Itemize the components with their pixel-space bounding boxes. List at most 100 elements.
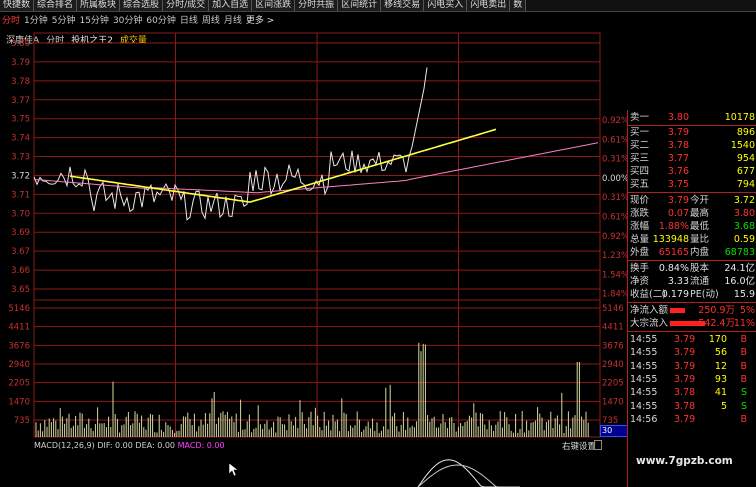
buy-quote-row[interactable]: 买一 3.79 896 xyxy=(628,127,756,139)
price-tick-label: 3.73 xyxy=(11,153,30,163)
fund-flow-row: 大宗流入 542.4万 11% xyxy=(628,318,756,330)
quote-volume: 896 xyxy=(736,127,755,138)
volume-tick-label: 4411 xyxy=(8,323,30,333)
price-tick-label: 3.71 xyxy=(11,190,30,200)
price-tick-label: 3.72 xyxy=(11,171,30,181)
stat-label-2: 量比 xyxy=(690,234,710,245)
volume-tick-label-right: 2205 xyxy=(602,379,624,389)
stat-label-2: 今开 xyxy=(690,195,710,206)
panel-divider xyxy=(628,192,756,193)
macd-dea-line xyxy=(417,464,520,487)
tick-time: 14:55 xyxy=(630,387,658,399)
fundamental-value-2: 16.0亿 xyxy=(724,276,755,287)
price-tick-label: 3.67 xyxy=(11,247,30,257)
fundamental-label-2: 股本 xyxy=(690,263,710,274)
quote-label: 买二 xyxy=(630,140,650,151)
stat-label-2: 最高 xyxy=(690,208,710,219)
fundamental-label: 换手 xyxy=(630,263,650,274)
volume-tick-label-right: 3676 xyxy=(602,341,624,351)
tick-row: 14:55 3.78 5 S xyxy=(628,401,756,413)
quote-volume: 1540 xyxy=(730,140,755,151)
quote-volume: 954 xyxy=(736,153,755,164)
buy-quote-row[interactable]: 买三 3.77 954 xyxy=(628,153,756,165)
tick-side: B xyxy=(740,360,747,372)
macd-name: MACD(12,26,9) xyxy=(34,441,95,450)
volume-tick-label: 5146 xyxy=(8,304,30,314)
right-click-settings-button[interactable]: 右键设置 xyxy=(562,440,596,452)
stat-value: 0.07 xyxy=(667,208,689,219)
tick-side: B xyxy=(740,413,747,425)
stat-label-2: 最低 xyxy=(690,221,710,232)
tick-side: S xyxy=(740,387,747,399)
tick-time: 14:55 xyxy=(630,334,658,345)
percent-tick-label: 1.54% xyxy=(602,270,627,280)
stat-row: 涨跌 0.07 最高 3.80 xyxy=(628,208,756,220)
intraday-chart[interactable]: 3.80 3.79 3.78 3.77 3.75 3.74 3.73 3.72 3.71 3.70… xyxy=(0,0,627,487)
tick-side: B xyxy=(740,373,747,385)
tick-price: 3.79 xyxy=(674,347,696,359)
fundamental-row: 收益(二) 0.179 PE(动) 15.9 xyxy=(628,289,756,301)
macd-dea: DEA: 0.00 xyxy=(135,441,176,450)
fundamental-value: 0.179 xyxy=(661,289,689,300)
percent-axis-right: 0.92% 0.61% 0.31% 0.00% 0.31% 0.61% 0.92% 1.23%… xyxy=(602,116,627,300)
sell-quote-row[interactable]: 卖一 3.80 10178 xyxy=(628,112,756,124)
percent-tick-label: 1.23% xyxy=(602,251,627,261)
fundamental-label: 收益(二) xyxy=(630,289,666,300)
fundamental-label-2: 流通 xyxy=(690,276,710,287)
tick-volume: 41 xyxy=(714,387,727,399)
stat-row: 外盘 65165 内盘 68783 xyxy=(628,247,756,259)
stat-row: 现价 3.79 今开 3.72 xyxy=(628,195,756,207)
quote-label: 买三 xyxy=(630,153,650,164)
price-tick-label: 3.78 xyxy=(11,77,30,87)
stat-value: 3.79 xyxy=(667,195,689,206)
buy-quote-row[interactable]: 买五 3.75 794 xyxy=(628,179,756,191)
tick-volume: 5 xyxy=(720,400,727,412)
tick-side: S xyxy=(740,400,747,412)
flow-label: 净流入额 xyxy=(630,305,669,316)
quote-label: 买四 xyxy=(630,166,650,177)
stat-value-2: 3.72 xyxy=(733,195,755,206)
fundamental-value-2: 15.9 xyxy=(733,289,755,300)
stat-value-2: 0.59 xyxy=(733,234,755,245)
flow-label: 大宗流入 xyxy=(630,318,669,329)
settings-icon[interactable] xyxy=(594,440,602,450)
tick-volume: 170 xyxy=(708,334,727,345)
flow-percent: 11% xyxy=(733,318,755,329)
price-tick-label: 3.77 xyxy=(11,96,30,106)
stat-row: 总量 133948 量比 0.59 xyxy=(628,234,756,246)
quote-volume: 677 xyxy=(736,166,755,177)
buy-quote-row[interactable]: 买二 3.78 1540 xyxy=(628,140,756,152)
stat-value: 65165 xyxy=(658,247,689,258)
stat-label: 现价 xyxy=(630,195,650,206)
buy-quote-row[interactable]: 买四 3.76 677 xyxy=(628,166,756,178)
tick-row: 14:56 3.79 B xyxy=(628,414,756,426)
volume-tick-label: 3676 xyxy=(8,341,30,351)
tick-volume: 93 xyxy=(714,373,727,385)
chart-grid xyxy=(33,32,601,438)
price-tick-label: 3.66 xyxy=(11,266,30,276)
tick-row: 14:55 3.79 93 B xyxy=(628,374,756,386)
watermark: www.7gpzb.com xyxy=(636,455,733,467)
quote-price: 3.79 xyxy=(667,127,689,138)
percent-tick-label: 0.61% xyxy=(602,135,627,145)
tick-row: 14:55 3.78 41 S xyxy=(628,387,756,399)
flow-percent: 5% xyxy=(739,305,755,316)
quote-price: 3.77 xyxy=(667,153,689,164)
tick-side: B xyxy=(740,347,747,359)
fundamental-label-2: PE(动) xyxy=(690,289,719,300)
flow-bar xyxy=(670,308,685,313)
volume-axis-extra: 30 xyxy=(600,425,629,437)
panel-divider xyxy=(628,260,756,261)
macd-legend: MACD(12,26,9) DIF: 0.00 DEA: 0.00 MACD: … xyxy=(34,441,225,450)
tick-row: 14:55 3.79 170 B xyxy=(628,334,756,346)
price-tick-label: 3.79 xyxy=(11,58,30,68)
percent-tick-label: 0.92% xyxy=(602,116,627,126)
stat-value-2: 3.80 xyxy=(733,208,755,219)
percent-tick-label: 0.00% xyxy=(602,174,627,184)
quote-price: 3.76 xyxy=(667,166,689,177)
quote-label: 买五 xyxy=(630,179,650,190)
volume-axis: 5146 5146 4411 4411 3676 3676 2940 2940 2205 2205… xyxy=(8,304,623,426)
tick-price: 3.78 xyxy=(674,387,696,399)
quote-label: 买一 xyxy=(630,127,650,138)
panel-divider xyxy=(628,331,756,332)
